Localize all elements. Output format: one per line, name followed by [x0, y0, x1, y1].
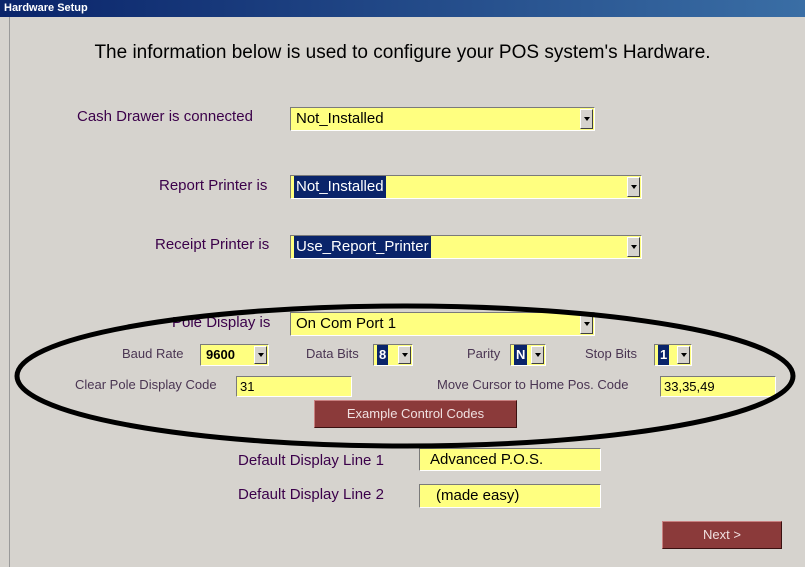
example-control-codes-button[interactable]: Example Control Codes — [314, 400, 517, 428]
report-printer-select[interactable]: Not_Installed — [290, 175, 642, 199]
receipt-printer-value: Use_Report_Printer — [294, 236, 431, 258]
default-line1-label: Default Display Line 1 — [238, 452, 384, 469]
home-code-label: Move Cursor to Home Pos. Code — [437, 377, 629, 392]
chevron-down-icon[interactable] — [677, 346, 690, 364]
chevron-down-icon[interactable] — [627, 177, 640, 197]
baud-rate-select[interactable]: 9600 — [200, 344, 269, 366]
stop-bits-label: Stop Bits — [585, 346, 638, 361]
clear-code-label: Clear Pole Display Code — [75, 377, 217, 392]
receipt-printer-label: Receipt Printer is — [155, 236, 270, 253]
pole-display-value: On Com Port 1 — [296, 315, 397, 332]
next-button[interactable]: Next > — [662, 521, 782, 549]
cash-drawer-label: Cash Drawer is connected — [77, 108, 253, 125]
baud-rate-label: Baud Rate — [122, 346, 184, 361]
cash-drawer-select[interactable]: Not_Installed — [290, 107, 595, 131]
chevron-down-icon[interactable] — [627, 237, 640, 257]
panel-divider — [9, 17, 10, 567]
default-line1-input[interactable]: Advanced P.O.S. — [419, 448, 601, 471]
data-bits-label: Data Bits — [306, 346, 359, 361]
window-title: Hardware Setup — [0, 0, 805, 17]
default-line2-input[interactable]: (made easy) — [419, 484, 601, 508]
chevron-down-icon[interactable] — [398, 346, 411, 364]
baud-rate-value: 9600 — [206, 347, 235, 362]
pole-display-label: Pole Display is — [172, 314, 271, 331]
home-code-input[interactable]: 33,35,49 — [660, 376, 776, 397]
data-bits-value: 8 — [377, 345, 389, 365]
chevron-down-icon[interactable] — [531, 346, 544, 364]
parity-label: Parity — [467, 346, 501, 361]
stop-bits-value: 1 — [658, 345, 670, 365]
default-line2-label: Default Display Line 2 — [238, 486, 384, 503]
report-printer-label: Report Printer is — [159, 177, 268, 194]
stop-bits-select[interactable]: 1 — [654, 344, 692, 366]
page-headline: The information below is used to configu… — [94, 42, 711, 63]
report-printer-value: Not_Installed — [294, 176, 386, 198]
chevron-down-icon[interactable] — [580, 314, 593, 334]
parity-select[interactable]: N — [510, 344, 546, 366]
chevron-down-icon[interactable] — [254, 346, 267, 364]
chevron-down-icon[interactable] — [580, 109, 593, 129]
data-bits-select[interactable]: 8 — [373, 344, 413, 366]
cash-drawer-value: Not_Installed — [296, 110, 384, 127]
receipt-printer-select[interactable]: Use_Report_Printer — [290, 235, 642, 259]
pole-display-select[interactable]: On Com Port 1 — [290, 312, 595, 336]
setup-panel — [0, 17, 805, 567]
parity-value: N — [514, 345, 528, 365]
clear-code-input[interactable]: 31 — [236, 376, 352, 397]
